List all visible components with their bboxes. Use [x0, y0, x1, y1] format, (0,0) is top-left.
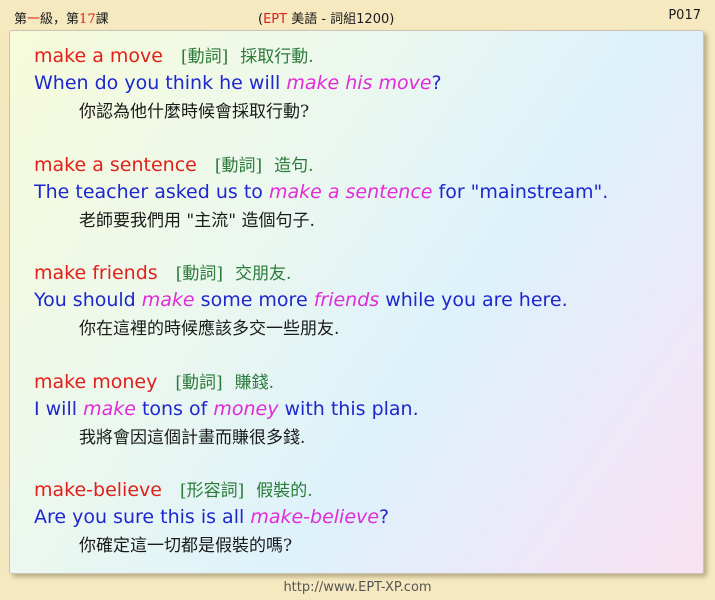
- term-meaning: 造句.: [274, 156, 314, 176]
- lesson-label: 第一級，第17課: [14, 8, 109, 27]
- example-sentence: I will make tons of money with this plan…: [34, 396, 419, 423]
- course-title: (EPT 美語 - 詞組1200): [258, 8, 394, 27]
- page-header: 第一級，第17課 (EPT 美語 - 詞組1200) P017: [0, 0, 715, 32]
- lesson-prefix: 第: [14, 12, 28, 27]
- sentence-text: with this plan.: [278, 398, 419, 420]
- sentence-text: while you are here.: [379, 289, 568, 311]
- part-of-speech: [形容詞]: [179, 481, 245, 501]
- term-line: make a sentence [動詞] 造句.: [34, 152, 608, 179]
- page-number: P017: [668, 8, 701, 23]
- sentence-translation: 我將會因這個計畫而賺很多錢.: [79, 428, 306, 448]
- entry-make-friends: make friends [動詞] 交朋友. You should make som…: [34, 260, 568, 344]
- sentence-translation: 你在這裡的時候應該多交一些朋友.: [79, 319, 340, 339]
- term-line: make a move [動詞] 採取行動.: [34, 43, 442, 70]
- part-of-speech: [動詞]: [175, 373, 223, 393]
- sentence-text: You should: [34, 289, 142, 311]
- term: make a move: [34, 45, 163, 67]
- part-of-speech: [動詞]: [214, 156, 263, 176]
- sentence-text: The teacher asked us to: [34, 181, 269, 203]
- sentence-text: some more: [194, 289, 314, 311]
- sentence-text: ?: [378, 506, 390, 528]
- site-url: http://www.EPT-XP.com: [283, 580, 432, 595]
- entry-make-believe: make-believe [形容詞] 假裝的. Are you sure this …: [34, 477, 389, 561]
- term: make a sentence: [34, 154, 197, 176]
- sentence-highlight: make: [83, 398, 136, 420]
- term-line: make friends [動詞] 交朋友.: [34, 260, 568, 287]
- entry-make-a-sentence: make a sentence [動詞] 造句. The teacher asked…: [34, 152, 608, 236]
- lesson-suffix: 課: [95, 12, 109, 27]
- term: make-believe: [34, 479, 162, 501]
- sentence-translation: 你認為他什麼時候會採取行動?: [79, 102, 310, 122]
- sentence-highlight: make-believe: [250, 506, 379, 528]
- part-of-speech: [動詞]: [175, 264, 223, 284]
- sentence-text: I will: [34, 398, 84, 420]
- sentence-highlight: money: [213, 398, 279, 420]
- term-meaning: 交朋友.: [234, 264, 292, 284]
- sentence-text: tons of: [135, 398, 214, 420]
- example-sentence: You should make some more friends while …: [34, 287, 568, 314]
- sentence-text: ?: [431, 72, 442, 94]
- sentence-highlight: friends: [313, 289, 380, 311]
- entry-make-money: make money [動詞] 賺錢. I will make tons of mo…: [34, 369, 419, 453]
- example-sentence: When do you think he will make his move?: [34, 70, 442, 97]
- sentence-text: Are you sure this is all: [34, 506, 251, 528]
- lesson-level: 一: [27, 12, 41, 27]
- sentence-translation: 你確定這一切都是假裝的嗎?: [79, 536, 293, 556]
- example-sentence: Are you sure this is all make-believe?: [34, 504, 389, 531]
- sentence-highlight: make: [141, 289, 195, 311]
- example-sentence: The teacher asked us to make a sentence …: [34, 179, 608, 206]
- course-subtitle: 美語 - 詞組1200): [287, 12, 395, 27]
- sentence-translation: 老師要我們用 "主流" 造個句子.: [79, 211, 315, 231]
- term-meaning: 採取行動.: [240, 47, 314, 67]
- lesson-number: 17: [79, 12, 96, 27]
- sentence-highlight: make a sentence: [268, 181, 433, 203]
- lesson-mid: 級，第: [40, 12, 80, 27]
- term-line: make-believe [形容詞] 假裝的.: [34, 477, 389, 504]
- term: make money: [34, 371, 158, 393]
- entry-make-a-move: make a move [動詞] 採取行動. When do you think h…: [34, 43, 442, 127]
- term-meaning: 賺錢.: [234, 373, 274, 393]
- term-line: make money [動詞] 賺錢.: [34, 369, 419, 396]
- sentence-text: When do you think he will: [34, 72, 287, 94]
- course-brand: EPT: [263, 12, 288, 27]
- vocabulary-card: make a move [動詞] 採取行動. When do you think h…: [9, 30, 704, 574]
- term-meaning: 假裝的.: [256, 481, 313, 501]
- part-of-speech: [動詞]: [180, 47, 229, 67]
- sentence-text: for "mainstream".: [432, 181, 609, 203]
- sentence-highlight: make his move: [286, 72, 432, 94]
- term: make friends: [34, 262, 158, 284]
